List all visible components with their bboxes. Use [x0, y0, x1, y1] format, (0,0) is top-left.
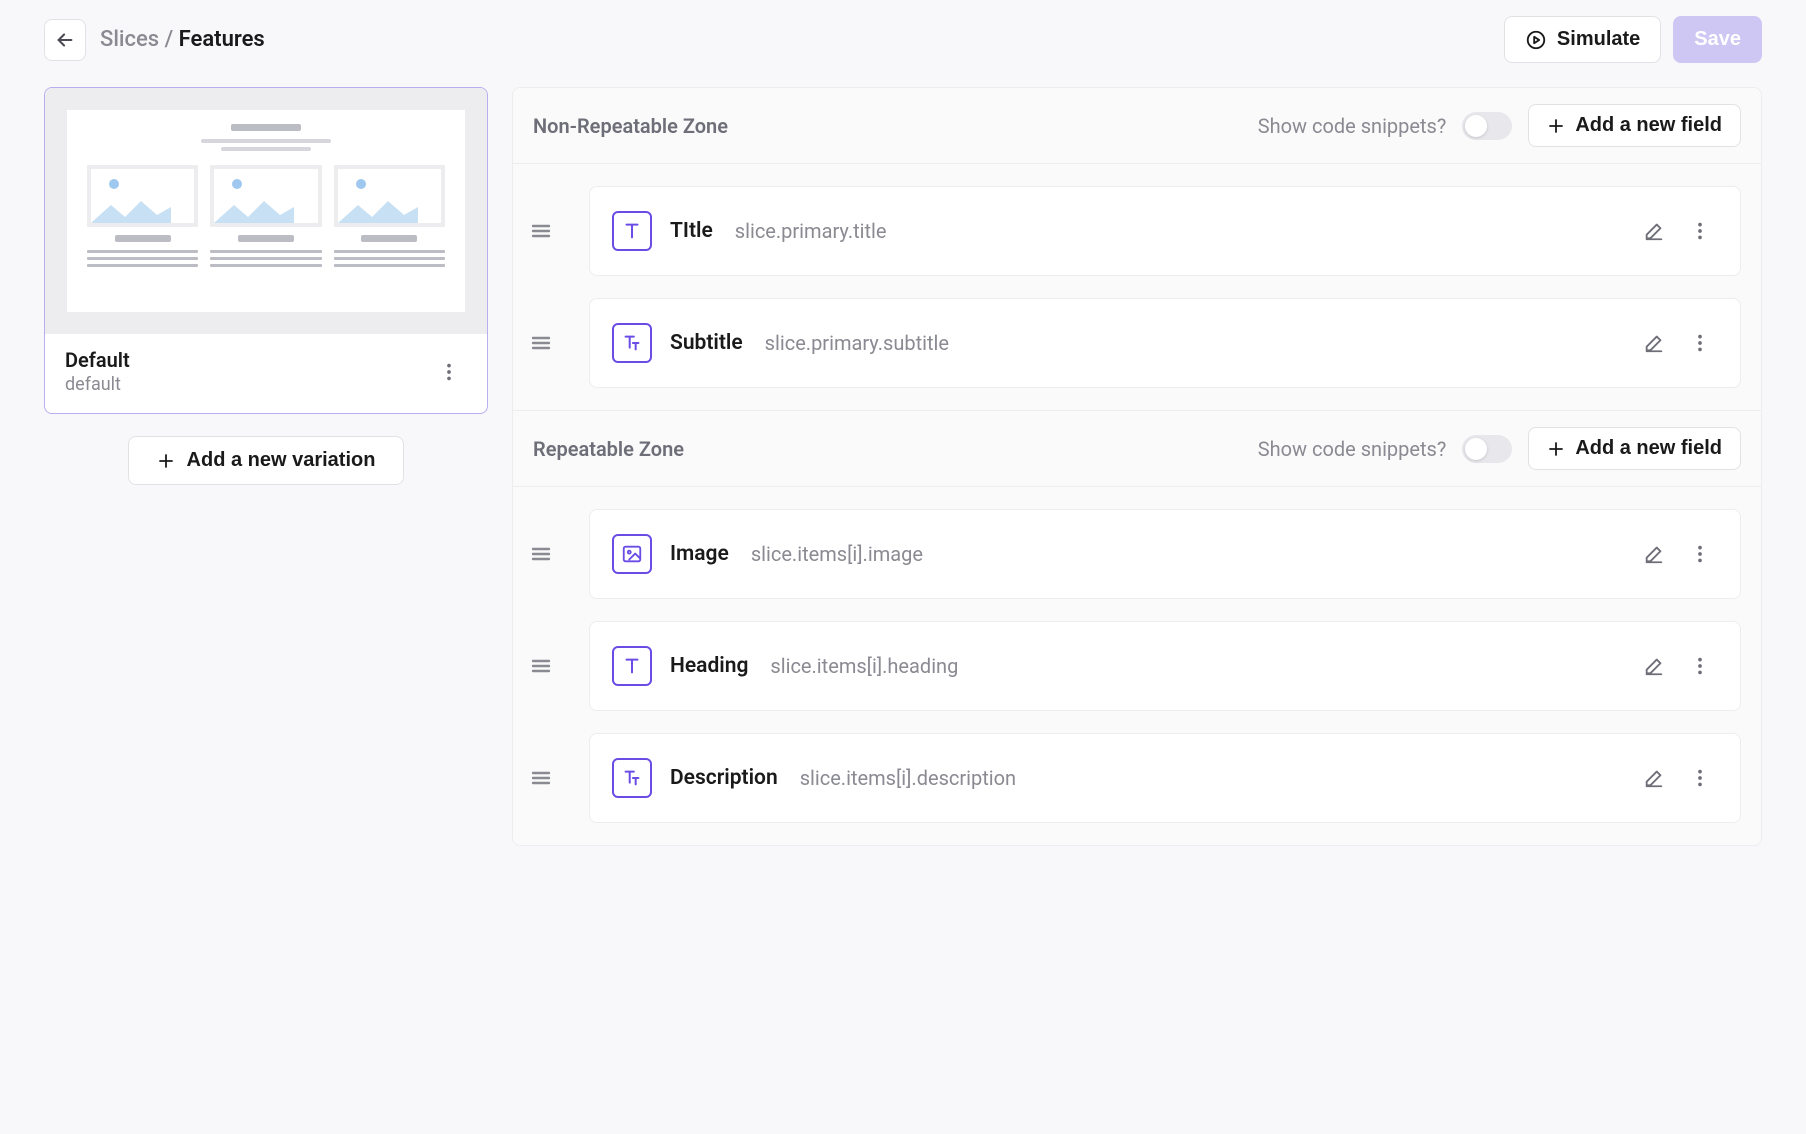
arrow-left-icon	[54, 29, 76, 51]
field-card-subtitle: Subtitle slice.primary.subtitle	[589, 298, 1741, 388]
field-row: Description slice.items[i].description	[513, 733, 1741, 823]
drag-handle[interactable]	[513, 542, 569, 566]
field-card-image: Image slice.items[i].image	[589, 509, 1741, 599]
pencil-icon	[1643, 655, 1665, 677]
field-api: slice.primary.title	[735, 219, 887, 243]
field-card-description: Description slice.items[i].description	[589, 733, 1741, 823]
non-repeatable-fields: TItle slice.primary.title Subtitle slic	[513, 164, 1761, 410]
add-field-button-nonrepeatable[interactable]: Add a new field	[1528, 104, 1741, 147]
header-actions: Simulate Save	[1504, 16, 1762, 63]
drag-handle-icon	[529, 766, 553, 790]
add-variation-label: Add a new variation	[187, 449, 376, 472]
field-row: Image slice.items[i].image	[513, 509, 1741, 599]
page-header: Slices / Features Simulate Save	[44, 16, 1762, 63]
field-menu-button[interactable]	[1682, 648, 1718, 684]
breadcrumb: Slices / Features	[100, 27, 265, 52]
repeatable-fields: Image slice.items[i].image Heading slic	[513, 487, 1761, 845]
edit-field-button[interactable]	[1636, 648, 1672, 684]
pencil-icon	[1643, 332, 1665, 354]
drag-handle-icon	[529, 654, 553, 678]
drag-handle[interactable]	[513, 766, 569, 790]
variation-id: default	[65, 374, 130, 395]
save-button[interactable]: Save	[1673, 16, 1762, 63]
header-left: Slices / Features	[44, 19, 265, 61]
variation-footer: Default default	[45, 334, 487, 413]
snippets-toggle[interactable]	[1462, 435, 1512, 463]
more-vertical-icon	[1689, 543, 1711, 565]
field-api: slice.items[i].heading	[770, 654, 958, 678]
simulate-label: Simulate	[1557, 28, 1640, 51]
repeatable-title: Repeatable Zone	[533, 437, 684, 461]
field-menu-button[interactable]	[1682, 760, 1718, 796]
save-label: Save	[1694, 28, 1741, 51]
edit-field-button[interactable]	[1636, 760, 1672, 796]
drag-handle[interactable]	[513, 331, 569, 355]
more-vertical-icon	[1689, 767, 1711, 789]
more-vertical-icon	[438, 361, 460, 383]
field-menu-button[interactable]	[1682, 325, 1718, 361]
plus-icon	[1547, 117, 1565, 135]
zones-column: Non-Repeatable Zone Show code snippets? …	[512, 87, 1762, 846]
add-variation-button[interactable]: Add a new variation	[128, 436, 405, 485]
field-row: Heading slice.items[i].heading	[513, 621, 1741, 711]
title-type-icon	[612, 211, 652, 251]
field-menu-button[interactable]	[1682, 213, 1718, 249]
breadcrumb-root[interactable]: Slices	[100, 27, 159, 52]
play-circle-icon	[1525, 29, 1547, 51]
image-type-icon	[612, 534, 652, 574]
repeatable-header: Repeatable Zone Show code snippets? Add …	[513, 410, 1761, 487]
add-field-button-repeatable[interactable]: Add a new field	[1528, 427, 1741, 470]
drag-handle[interactable]	[513, 654, 569, 678]
drag-handle-icon	[529, 219, 553, 243]
field-row: TItle slice.primary.title	[513, 186, 1741, 276]
non-repeatable-header: Non-Repeatable Zone Show code snippets? …	[513, 88, 1761, 164]
field-api: slice.items[i].image	[751, 542, 923, 566]
field-menu-button[interactable]	[1682, 536, 1718, 572]
field-api: slice.primary.subtitle	[765, 331, 949, 355]
field-name: TItle	[670, 219, 713, 243]
pencil-icon	[1643, 220, 1665, 242]
field-name: Heading	[670, 654, 748, 678]
field-api: slice.items[i].description	[800, 766, 1016, 790]
variation-card[interactable]: Default default	[44, 87, 488, 414]
plus-icon	[1547, 440, 1565, 458]
edit-field-button[interactable]	[1636, 325, 1672, 361]
plus-icon	[157, 452, 175, 470]
back-button[interactable]	[44, 19, 86, 61]
more-vertical-icon	[1689, 332, 1711, 354]
field-name: Subtitle	[670, 331, 743, 355]
more-vertical-icon	[1689, 655, 1711, 677]
richtext-type-icon	[612, 323, 652, 363]
simulate-button[interactable]: Simulate	[1504, 16, 1661, 63]
drag-handle-icon	[529, 331, 553, 355]
variation-menu-button[interactable]	[431, 354, 467, 390]
title-type-icon	[612, 646, 652, 686]
field-name: Description	[670, 766, 778, 790]
pencil-icon	[1643, 767, 1665, 789]
main-layout: Default default Add a new variation Non-…	[44, 87, 1762, 846]
snippets-toggle[interactable]	[1462, 112, 1512, 140]
variation-name: Default	[65, 348, 130, 372]
snippets-label: Show code snippets?	[1258, 114, 1447, 138]
more-vertical-icon	[1689, 220, 1711, 242]
non-repeatable-title: Non-Repeatable Zone	[533, 114, 728, 138]
drag-handle-icon	[529, 542, 553, 566]
pencil-icon	[1643, 543, 1665, 565]
drag-handle[interactable]	[513, 219, 569, 243]
richtext-type-icon	[612, 758, 652, 798]
variation-preview	[45, 88, 487, 334]
edit-field-button[interactable]	[1636, 213, 1672, 249]
snippets-label: Show code snippets?	[1258, 437, 1447, 461]
variation-column: Default default Add a new variation	[44, 87, 488, 485]
breadcrumb-current: Features	[179, 27, 265, 52]
field-row: Subtitle slice.primary.subtitle	[513, 298, 1741, 388]
edit-field-button[interactable]	[1636, 536, 1672, 572]
field-card-heading: Heading slice.items[i].heading	[589, 621, 1741, 711]
field-name: Image	[670, 542, 729, 566]
field-card-title: TItle slice.primary.title	[589, 186, 1741, 276]
